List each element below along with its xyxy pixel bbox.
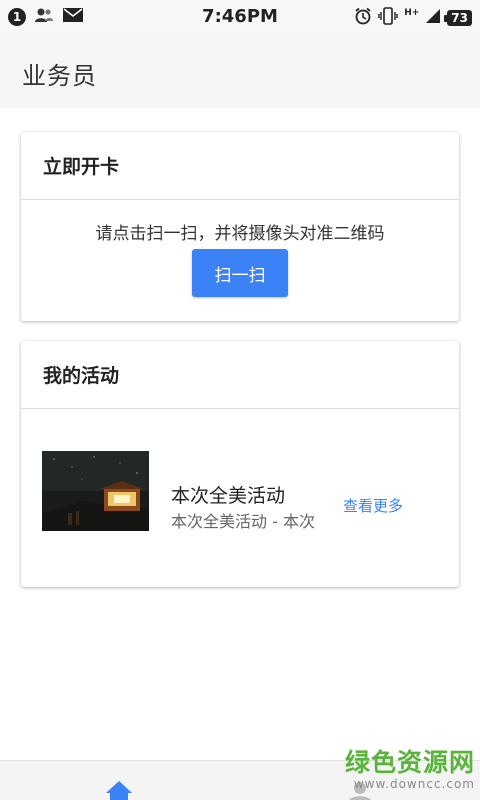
watermark: 绿色资源网 www.downcc.com <box>325 743 475 791</box>
view-more-link[interactable]: 查看更多 <box>343 495 403 516</box>
open-card-header: 立即开卡 <box>21 132 459 200</box>
alarm-icon <box>354 7 372 29</box>
vibrate-icon <box>378 7 398 29</box>
scan-hint-text: 请点击扫一扫，并将摄像头对准二维码 <box>95 224 385 244</box>
open-card-panel: 立即开卡 请点击扫一扫，并将摄像头对准二维码 扫一扫 <box>21 132 459 321</box>
activity-title[interactable]: 本次全美活动 <box>171 481 285 508</box>
status-right: H+ 73 <box>354 7 472 29</box>
watermark-title: 绿色资源网 <box>344 748 475 777</box>
battery-level: 73 <box>444 10 472 26</box>
activities-header: 我的活动 <box>21 341 459 409</box>
watermark-url: www.downcc.com <box>353 777 475 791</box>
page-title: 业务员 <box>22 62 97 90</box>
app-bar: 业务员 <box>0 34 480 108</box>
home-icon[interactable] <box>104 779 134 800</box>
status-bar: 1 7:46PM H+ 73 <box>0 0 480 34</box>
activities-title: 我的活动 <box>43 365 120 387</box>
network-type: H+ <box>404 8 420 18</box>
scan-button[interactable]: 扫一扫 <box>192 249 288 297</box>
activities-panel: 我的活动 本次全美活动 本次全美活动 - 本次 查看更多 <box>21 341 459 587</box>
activity-subtitle: 本次全美活动 - 本次 <box>171 512 315 531</box>
main-content: 立即开卡 请点击扫一扫，并将摄像头对准二维码 扫一扫 我的活动 本次全美活动 本… <box>0 108 480 760</box>
open-card-title: 立即开卡 <box>43 156 120 178</box>
activity-thumbnail[interactable] <box>42 451 149 531</box>
signal-icon <box>425 8 441 28</box>
